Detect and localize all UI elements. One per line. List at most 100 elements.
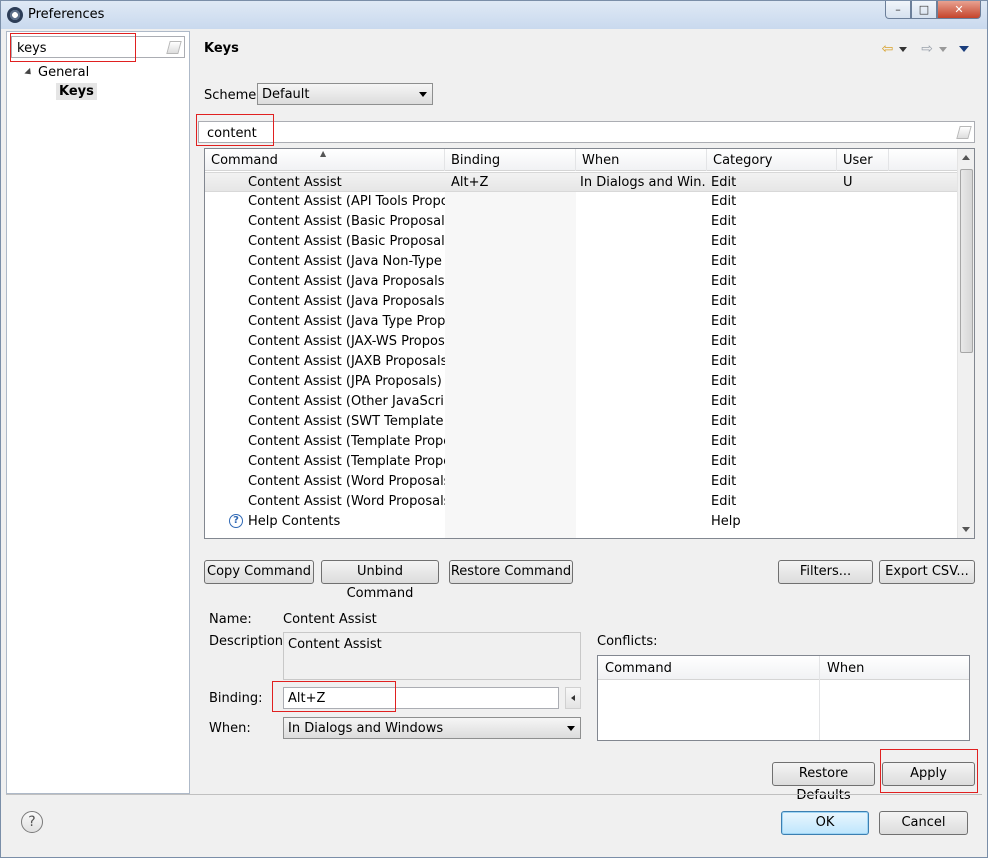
table-row[interactable]: Content Assist (API Tools Proposa Edit bbox=[205, 192, 958, 212]
cell-category: Edit bbox=[711, 194, 737, 209]
cell-category: Edit bbox=[711, 214, 737, 229]
table-row[interactable]: Content Assist (SWT Template Pro Edit bbox=[205, 412, 958, 432]
column-header-when[interactable]: When bbox=[576, 149, 707, 171]
cell-command: Content Assist (Other JavaScript P bbox=[248, 394, 445, 409]
table-row[interactable]: Content Assist (Word Proposals) Edit bbox=[205, 472, 958, 492]
cell-category: Edit bbox=[711, 354, 737, 369]
scheme-select[interactable]: Default bbox=[257, 83, 433, 105]
filters-button[interactable]: Filters... bbox=[778, 560, 873, 584]
table-row[interactable]: Content Assist (Template Proposa Edit bbox=[205, 452, 958, 472]
cell-command: Content Assist (JAX-WS Proposals bbox=[248, 334, 445, 349]
table-row[interactable]: Content Assist (Java Proposals (Ta Edit bbox=[205, 272, 958, 292]
table-row[interactable]: Content Assist (JAXB Proposals) Edit bbox=[205, 352, 958, 372]
export-csv-button[interactable]: Export CSV... bbox=[879, 560, 975, 584]
cell-category: Edit bbox=[711, 474, 737, 489]
cell-category: Edit bbox=[711, 175, 737, 190]
table-row[interactable]: Content Assist (Java Proposals) Edit bbox=[205, 292, 958, 312]
restore-defaults-button[interactable]: Restore Defaults bbox=[772, 762, 875, 803]
table-row[interactable]: Content Assist (Word Proposals) Edit bbox=[205, 492, 958, 512]
column-header-category[interactable]: Category bbox=[707, 149, 837, 171]
sort-ascending-icon: ▲ bbox=[320, 149, 327, 158]
conflicts-label: Conflicts: bbox=[597, 634, 658, 649]
chevron-down-icon bbox=[419, 92, 427, 97]
unbind-command-button[interactable]: Unbind Command bbox=[321, 560, 439, 601]
help-icon[interactable]: ? bbox=[21, 811, 43, 833]
table-header: Command ▲ Binding When Category User bbox=[205, 149, 958, 171]
description-field: Content Assist bbox=[283, 632, 581, 680]
column-header-filler bbox=[889, 149, 958, 171]
scroll-thumb[interactable] bbox=[960, 169, 973, 353]
scroll-up-icon[interactable] bbox=[962, 155, 970, 160]
conflicts-column-when[interactable]: When bbox=[827, 661, 864, 676]
cancel-button[interactable]: Cancel bbox=[879, 811, 968, 835]
table-row[interactable]: Content Assist Alt+Z In Dialogs and Win...… bbox=[205, 172, 958, 192]
tree-item-keys[interactable]: Keys bbox=[56, 83, 97, 100]
column-header-user[interactable]: User bbox=[837, 149, 889, 171]
cell-command: Content Assist (Java Proposals) bbox=[248, 294, 445, 309]
cell-category: Edit bbox=[711, 394, 737, 409]
apply-button[interactable]: Apply bbox=[882, 762, 975, 786]
table-row[interactable]: Content Assist (JPA Proposals) Edit bbox=[205, 372, 958, 392]
copy-command-button[interactable]: Copy Command bbox=[204, 560, 314, 584]
column-header-command[interactable]: Command ▲ bbox=[205, 149, 445, 171]
title-bar[interactable]: Preferences – □ ✕ bbox=[1, 1, 987, 29]
key-bindings-table[interactable]: Command ▲ Binding When Category User Con… bbox=[204, 148, 975, 539]
cell-command: Content Assist (Template Proposa bbox=[248, 434, 445, 449]
conflicts-table[interactable]: Command When bbox=[597, 655, 970, 741]
binding-special-keys-button[interactable] bbox=[565, 687, 581, 709]
cell-command: Content Assist (Java Proposals (Ta bbox=[248, 274, 445, 289]
window-title: Preferences bbox=[28, 7, 105, 22]
cell-category: Edit bbox=[711, 374, 737, 389]
name-label: Name: bbox=[209, 612, 252, 627]
maximize-button[interactable]: □ bbox=[911, 1, 937, 19]
table-row[interactable]: Content Assist (JAX-WS Proposals Edit bbox=[205, 332, 958, 352]
description-label: Description: bbox=[209, 634, 288, 649]
column-header-binding[interactable]: Binding bbox=[445, 149, 576, 171]
scroll-down-icon[interactable] bbox=[962, 527, 970, 532]
table-row[interactable]: Content Assist (Template Proposa Edit bbox=[205, 432, 958, 452]
restore-command-button[interactable]: Restore Command bbox=[449, 560, 573, 584]
cell-binding: Alt+Z bbox=[451, 175, 489, 190]
scheme-value: Default bbox=[262, 87, 310, 102]
clear-filter-icon[interactable] bbox=[956, 126, 972, 139]
cell-command: Content Assist (Basic Proposals) bbox=[248, 214, 445, 229]
cell-command: Content Assist (JPA Proposals) bbox=[248, 374, 442, 389]
forward-arrow-icon[interactable]: ⇨ bbox=[921, 41, 933, 57]
tree-filter-input[interactable]: keys bbox=[11, 36, 185, 58]
forward-history-dropdown-icon[interactable] bbox=[939, 46, 947, 52]
cell-category: Edit bbox=[711, 314, 737, 329]
tree-item-general[interactable]: General bbox=[38, 65, 89, 80]
eclipse-app-icon bbox=[7, 7, 23, 23]
tree-filter-value: keys bbox=[17, 41, 47, 56]
name-value: Content Assist bbox=[283, 612, 377, 627]
description-value: Content Assist bbox=[288, 637, 382, 652]
cell-user: U bbox=[843, 175, 853, 190]
conflicts-column-command[interactable]: Command bbox=[605, 661, 672, 676]
preferences-window: Preferences – □ ✕ keys General Keys Keys… bbox=[0, 0, 988, 858]
view-menu-icon[interactable] bbox=[959, 46, 969, 52]
when-select[interactable]: In Dialogs and Windows bbox=[283, 717, 581, 739]
table-scrollbar[interactable] bbox=[957, 149, 974, 538]
cell-command: Content Assist bbox=[248, 175, 342, 190]
page-navigation: ⇦ ⇨ bbox=[882, 41, 969, 57]
close-button[interactable]: ✕ bbox=[937, 1, 981, 19]
back-history-dropdown-icon[interactable] bbox=[899, 46, 908, 52]
scheme-label: Scheme: bbox=[204, 88, 261, 103]
when-value: In Dialogs and Windows bbox=[288, 721, 444, 736]
expand-arrow-icon[interactable] bbox=[24, 67, 34, 78]
table-row[interactable]: Content Assist (Java Type Proposa Edit bbox=[205, 312, 958, 332]
table-row[interactable]: Content Assist (Basic Proposals) Edit bbox=[205, 232, 958, 252]
ok-button[interactable]: OK bbox=[781, 811, 869, 835]
table-row[interactable]: Content Assist (Other JavaScript P Edit bbox=[205, 392, 958, 412]
back-arrow-icon[interactable]: ⇦ bbox=[882, 41, 894, 57]
binding-input[interactable]: Alt+Z bbox=[283, 687, 559, 709]
table-row[interactable]: Content Assist (Basic Proposals) Edit bbox=[205, 212, 958, 232]
table-row[interactable]: Content Assist (Java Non-Type Pro Edit bbox=[205, 252, 958, 272]
cell-category: Help bbox=[711, 514, 741, 529]
table-row[interactable]: ? Help Contents Help bbox=[205, 512, 958, 532]
footer-divider bbox=[6, 794, 982, 795]
clear-filter-icon[interactable] bbox=[166, 41, 182, 54]
cell-category: Edit bbox=[711, 494, 737, 509]
minimize-button[interactable]: – bbox=[885, 1, 911, 19]
command-filter-input[interactable]: content bbox=[198, 121, 975, 143]
